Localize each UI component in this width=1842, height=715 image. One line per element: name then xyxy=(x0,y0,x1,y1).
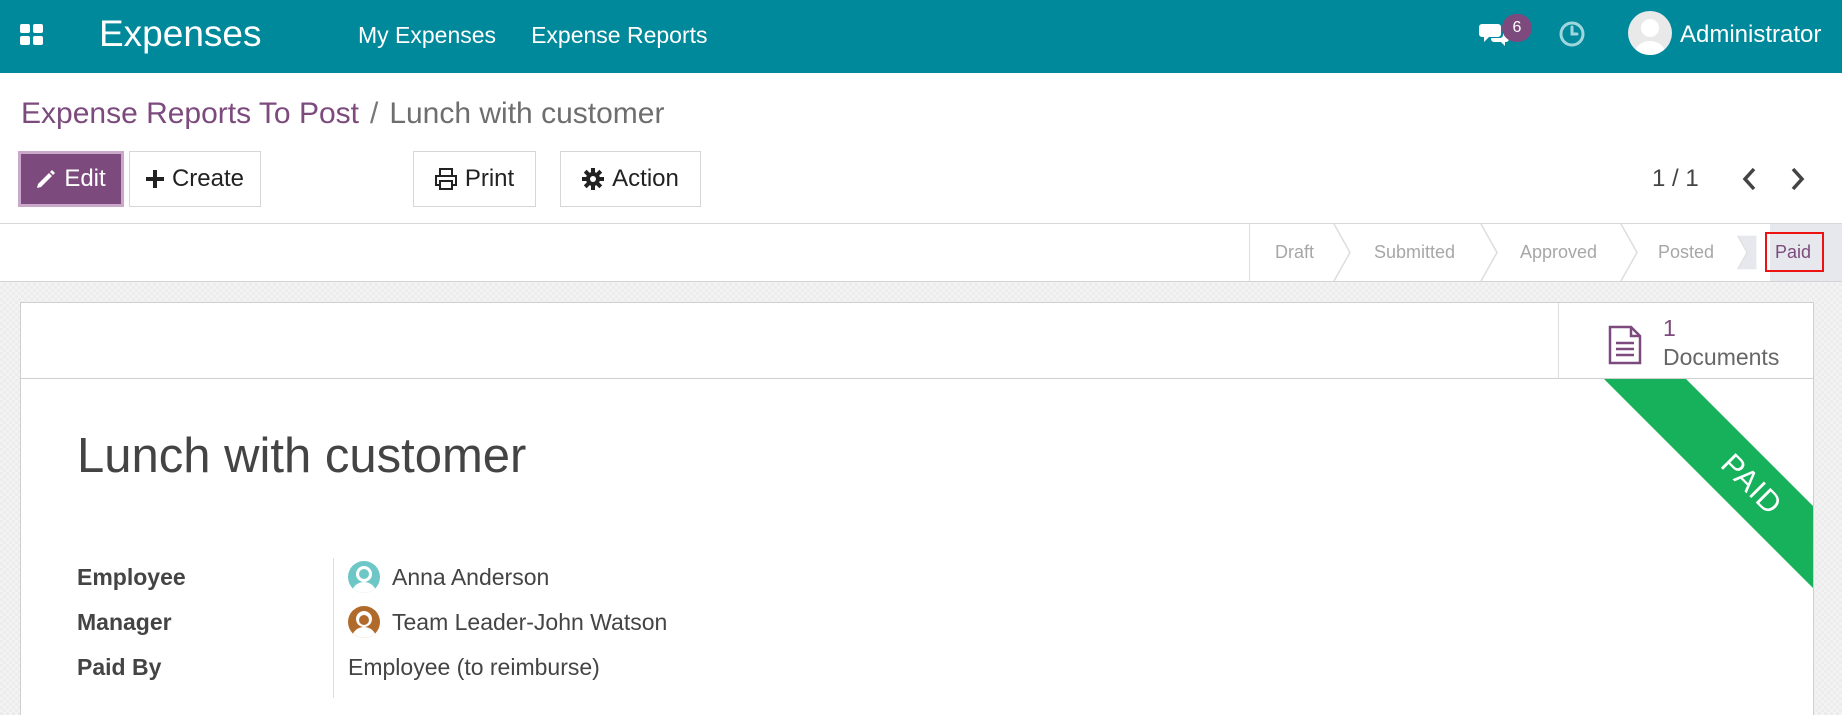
menu-expense-reports[interactable]: Expense Reports xyxy=(531,20,707,50)
stage-separator xyxy=(1333,224,1351,281)
employee-value: Anna Anderson xyxy=(392,564,550,590)
user-name[interactable]: Administrator xyxy=(1680,19,1821,51)
paid-by-value: Employee (to reimburse) xyxy=(348,654,600,680)
paid-ribbon-label: PAID xyxy=(1603,379,1813,619)
stage-list xyxy=(1249,224,1250,281)
edit-button-label: Edit xyxy=(64,165,106,192)
employee-label: Employee xyxy=(77,564,186,590)
user-avatar[interactable] xyxy=(1628,11,1672,55)
create-button[interactable]: Create xyxy=(129,151,261,207)
documents-smart-button[interactable]: 1 Documents xyxy=(1558,303,1813,379)
breadcrumb-separator: / xyxy=(369,97,379,130)
plus-icon xyxy=(145,170,164,188)
stage-separator xyxy=(1480,224,1498,281)
statusbar: Draft Submitted Approved Posted Paid xyxy=(0,224,1842,282)
document-icon xyxy=(1608,325,1642,365)
create-button-label: Create xyxy=(171,165,245,192)
chevron-left-icon[interactable] xyxy=(1737,165,1763,193)
manager-avatar xyxy=(348,606,380,638)
app-title[interactable]: Expenses xyxy=(99,12,262,56)
stage-draft[interactable]: Draft xyxy=(1275,224,1314,281)
print-button-label: Print xyxy=(464,165,515,192)
stage-approved[interactable]: Approved xyxy=(1520,224,1597,281)
edit-button[interactable]: Edit xyxy=(18,151,124,207)
print-button[interactable]: Print xyxy=(413,151,536,207)
paid-stage-highlight xyxy=(1765,232,1824,272)
pager-value[interactable]: 1 / 1 xyxy=(1652,164,1699,194)
documents-label: Documents xyxy=(1663,344,1780,370)
manager-field[interactable]: Team Leader-John Watson xyxy=(348,606,667,638)
breadcrumb: Expense Reports To Post / Lunch with custo… xyxy=(21,95,664,133)
printer-icon xyxy=(434,168,457,190)
stage-separator xyxy=(1737,235,1757,270)
paid-by-label: Paid By xyxy=(77,654,162,680)
manager-label: Manager xyxy=(77,609,172,635)
field-divider xyxy=(333,558,334,698)
paid-ribbon: PAID xyxy=(1576,379,1813,619)
menu-my-expenses[interactable]: My Expenses xyxy=(358,20,496,50)
record-title: Lunch with customer xyxy=(77,429,527,483)
breadcrumb-current: Lunch with customer xyxy=(389,97,665,130)
smart-button-box: 1 Documents xyxy=(21,303,1813,379)
paid-by-field[interactable]: Employee (to reimburse) xyxy=(348,652,600,682)
main-menu: My Expenses Expense Reports xyxy=(358,20,708,50)
gear-icon xyxy=(582,168,605,190)
notification-badge[interactable]: 6 xyxy=(1502,14,1532,42)
control-panel: Expense Reports To Post / Lunch with custo… xyxy=(0,73,1842,224)
employee-avatar xyxy=(348,561,380,593)
breadcrumb-parent[interactable]: Expense Reports To Post xyxy=(21,97,359,130)
action-button[interactable]: Action xyxy=(560,151,701,207)
action-button-label: Action xyxy=(612,165,679,192)
top-navbar: Expenses My Expenses Expense Reports 6 A… xyxy=(0,0,1842,73)
form-sheet: 1 Documents PAID Lunch with customer Emp… xyxy=(20,302,1814,715)
employee-field[interactable]: Anna Anderson xyxy=(348,561,549,593)
stage-separator xyxy=(1620,224,1638,281)
apps-icon[interactable] xyxy=(20,24,44,46)
manager-value: Team Leader-John Watson xyxy=(392,609,668,635)
pencil-icon xyxy=(37,170,56,188)
chevron-right-icon[interactable] xyxy=(1784,165,1810,193)
documents-count: 1 xyxy=(1663,315,1676,341)
clock-icon[interactable] xyxy=(1558,20,1586,48)
stage-posted[interactable]: Posted xyxy=(1658,224,1714,281)
stage-submitted[interactable]: Submitted xyxy=(1374,224,1455,281)
